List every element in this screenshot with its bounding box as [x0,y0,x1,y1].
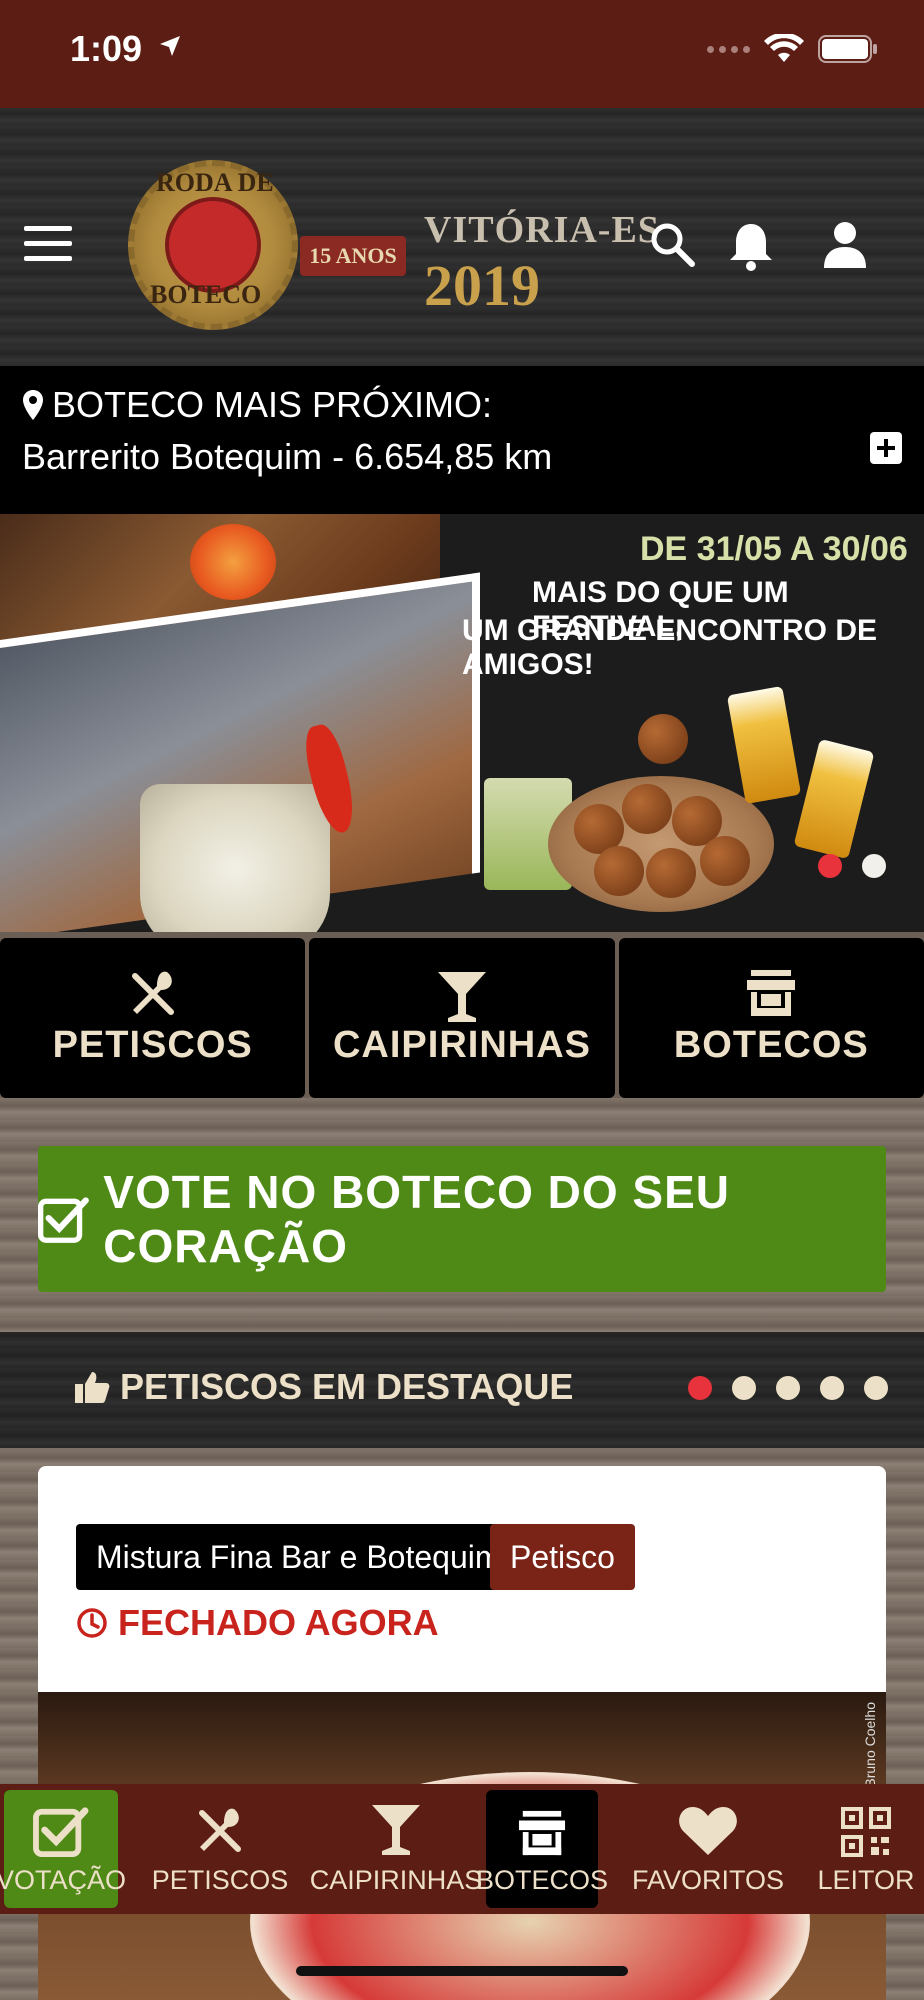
category-label: BOTECOS [673,1024,869,1066]
utensils-icon [199,1808,241,1852]
banner-headline-2: UM GRANDE ENCONTRO DE AMIGOS! [462,614,878,681]
heart-icon [679,1807,737,1855]
wifi-icon [764,34,804,62]
category-caipirinhas-button[interactable]: CAIPIRINHAS [309,938,615,1098]
type-tag: Petisco [490,1524,635,1590]
search-icon[interactable] [648,220,698,270]
cocktail-icon [437,972,486,1022]
category-label: PETISCOS [52,1024,253,1066]
status-time: 1:09 [70,28,143,69]
check-square-icon [33,1807,89,1857]
user-icon[interactable] [822,220,868,270]
nearest-boteco-panel[interactable]: BOTECO MAIS PRÓXIMO: Barrerito Botequim … [0,366,924,514]
category-botecos-button[interactable]: BOTECOS [618,938,924,1098]
tab-label: LEITOR [817,1865,915,1895]
promo-banner-carousel[interactable]: DE 31/05 A 30/06 MAIS DO QUE UM FESTIVAL… [0,514,924,932]
tab-votacao[interactable]: VOTAÇÃO [0,1790,126,1908]
bell-icon[interactable] [726,220,776,272]
expand-plus-icon[interactable] [870,432,902,464]
nearest-title-row: BOTECO MAIS PRÓXIMO: [22,384,492,426]
check-square-icon [38,1197,89,1243]
cocktail-icon [372,1805,420,1855]
tab-petiscos[interactable]: PETISCOS [152,1790,288,1908]
banner-beer-glass [793,738,875,860]
open-status-row: FECHADO AGORA [76,1602,439,1644]
banner-caipirinha-glass [140,784,330,932]
bottom-tab-bar: VOTAÇÃO PETISCOS CAIPIRINHAS BOTECOS FAV… [0,1784,924,1914]
signal-icon [707,45,750,53]
tab-botecos[interactable]: BOTECOS [476,1790,608,1908]
tab-leitor[interactable]: LEITOR [817,1790,915,1908]
pagination-dot[interactable] [818,854,842,878]
banner-pagination[interactable] [818,854,886,878]
hamburger-menu-icon[interactable] [24,226,72,262]
featured-section-header: PETISCOS EM DESTAQUE [0,1332,924,1448]
logo-text-roda: RODA DE [156,168,274,197]
photo-credit: Bruno Coelho [862,1702,878,1788]
open-status: FECHADO AGORA [118,1602,439,1643]
banner-bolinho [594,846,644,896]
tab-caipirinhas[interactable]: CAIPIRINHAS [310,1790,482,1908]
pagination-dot[interactable] [776,1376,800,1400]
featured-title: PETISCOS EM DESTAQUE [120,1366,574,1407]
logo-center-badge [165,197,261,293]
qrcode-icon [841,1807,891,1857]
pagination-dot[interactable] [862,854,886,878]
store-icon [747,970,796,1016]
category-buttons: PETISCOS CAIPIRINHAS BOTECOS [0,938,924,1098]
logo-anniversary-badge: 15 ANOS [300,236,406,276]
featured-title-row: PETISCOS EM DESTAQUE [74,1366,573,1408]
banner-bolinho [638,714,688,764]
home-indicator[interactable] [296,1966,628,1976]
banner-bolinho [700,836,750,886]
utensils-icon [131,971,174,1015]
status-bar: 1:09 [0,0,924,108]
featured-petisco-card[interactable]: Mistura Fina Bar e Botequim Petisco FECH… [38,1466,886,2000]
featured-pagination[interactable] [688,1376,888,1400]
pagination-dot[interactable] [732,1376,756,1400]
vote-button[interactable]: VOTE NO BOTECO DO SEU CORAÇÃO [38,1146,886,1292]
pagination-dot[interactable] [820,1376,844,1400]
banner-bolinho [646,848,696,898]
pagination-dot[interactable] [688,1376,712,1400]
logo-text-boteco: BOTECO [150,280,262,309]
battery-icon [818,35,877,63]
pagination-dot[interactable] [864,1376,888,1400]
location-arrow-icon [160,36,180,56]
tab-label: BOTECOS [475,1865,609,1895]
store-icon [518,1810,566,1856]
map-marker-icon [23,390,43,420]
banner-dates: DE 31/05 A 30/06 [640,530,908,568]
status-indicators [707,34,878,64]
tab-label: PETISCOS [151,1865,289,1895]
logo-city: VITÓRIA-ES [424,209,660,251]
logo-year: 2019 [424,253,540,318]
nearest-title: BOTECO MAIS PRÓXIMO: [52,384,493,425]
clock-icon [77,1608,107,1638]
thumbs-up-icon [75,1372,110,1403]
tab-favoritos[interactable]: FAVORITOS [632,1790,784,1908]
banner-bolinho [622,784,672,834]
category-petiscos-button[interactable]: PETISCOS [0,938,306,1098]
vote-button-label: VOTE NO BOTECO DO SEU CORAÇÃO [103,1166,731,1272]
category-label: CAIPIRINHAS [332,1024,591,1066]
tab-label: CAIPIRINHAS [309,1865,483,1895]
tab-label: VOTAÇÃO [0,1865,127,1895]
banner-beer-glass [726,685,802,805]
tab-label: FAVORITOS [631,1865,785,1895]
bar-name-tag: Mistura Fina Bar e Botequim [76,1524,522,1590]
nearest-boteco-value: Barrerito Botequim - 6.654,85 km [22,436,553,477]
